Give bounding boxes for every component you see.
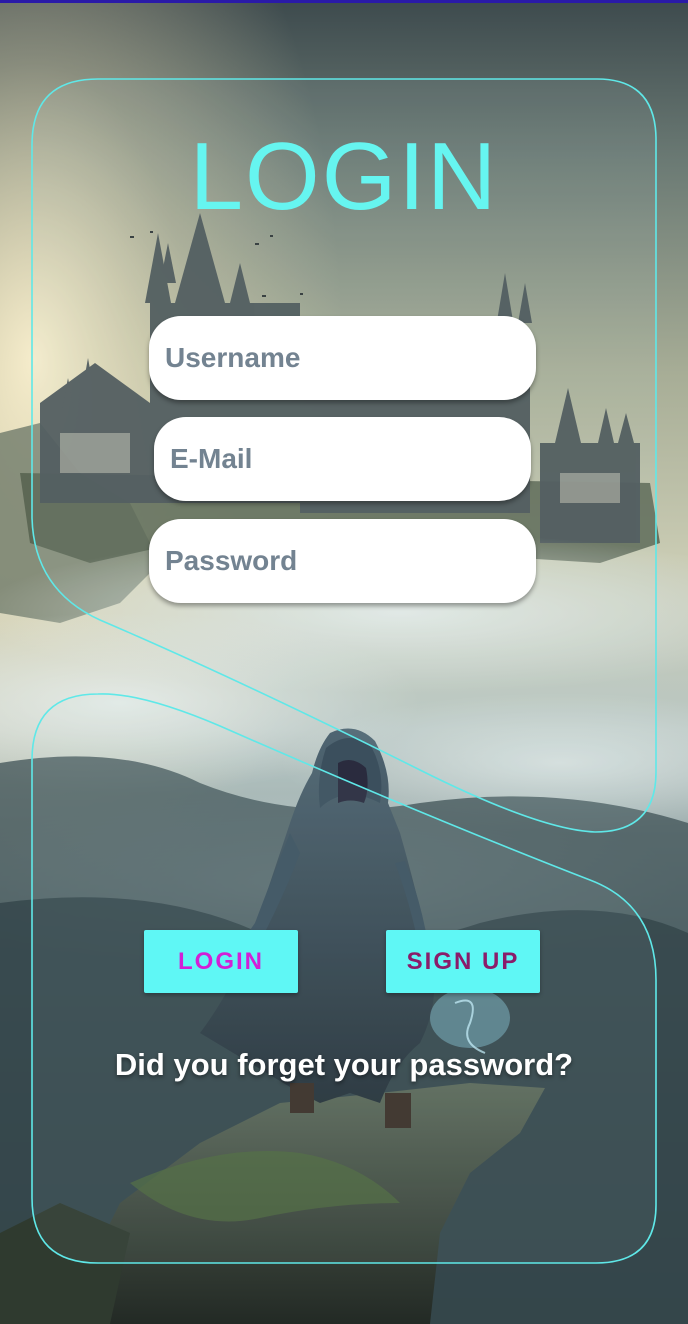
password-field[interactable] xyxy=(149,519,536,603)
login-screen: LOGIN LOGIN SIGN UP Did you forget your … xyxy=(0,0,688,1324)
forgot-password-link[interactable]: Did you forget your password? xyxy=(0,1044,688,1086)
login-button[interactable]: LOGIN xyxy=(144,930,298,993)
page-title: LOGIN xyxy=(189,123,499,230)
email-field[interactable] xyxy=(154,417,531,501)
signup-button[interactable]: SIGN UP xyxy=(386,930,540,993)
username-field[interactable] xyxy=(149,316,536,400)
